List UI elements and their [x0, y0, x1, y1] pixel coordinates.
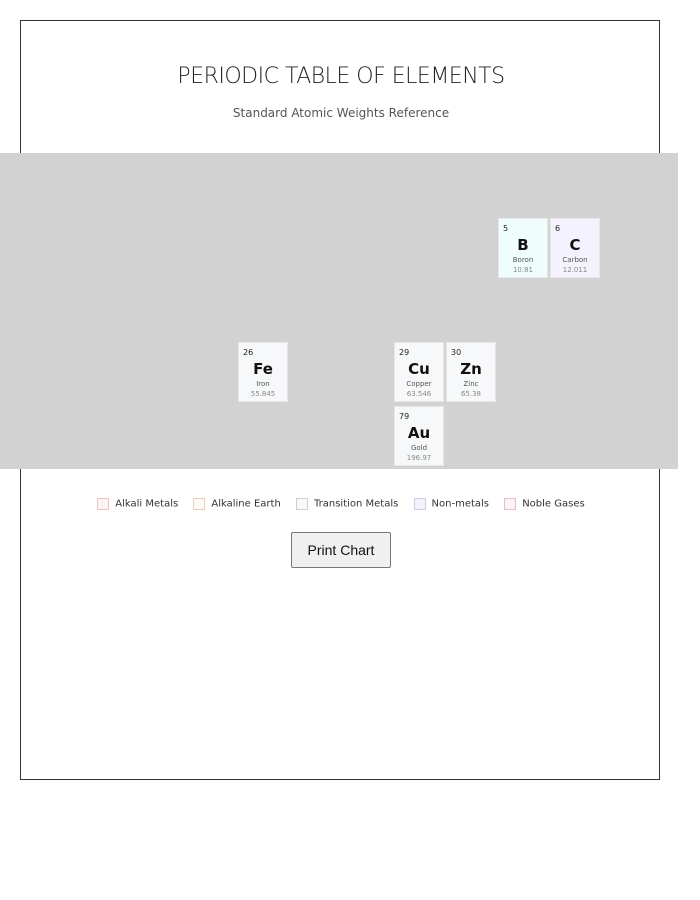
legend-swatch: [295, 498, 308, 510]
legend-label: Non-metals: [431, 498, 490, 510]
element-symbol: C: [569, 236, 581, 254]
legend-swatch: [413, 498, 426, 510]
legend-item-non-metals: Non-metals: [413, 498, 490, 510]
element-symbol: B: [517, 236, 529, 254]
element-cell-boron[interactable]: 5 B Boron 10.81: [498, 218, 548, 278]
legend-label: Alkali Metals: [115, 498, 179, 510]
element-cell-zinc[interactable]: 30 Zn Zinc 65.38: [446, 342, 496, 402]
legend-label: Transition Metals: [313, 498, 399, 510]
element-symbol: Fe: [253, 360, 273, 378]
element-name: Zinc: [463, 380, 479, 388]
atomic-number: 29: [399, 348, 410, 357]
element-name: Boron: [512, 256, 534, 264]
atomic-number: 6: [555, 224, 561, 233]
atomic-weight: 196.97: [406, 454, 432, 462]
atomic-weight: 63.546: [406, 390, 432, 398]
legend-swatch: [97, 498, 110, 510]
print-chart-button[interactable]: Print Chart: [291, 532, 391, 568]
atomic-number: 5: [503, 224, 509, 233]
atomic-weight: 12.011: [562, 266, 588, 274]
atomic-number: 30: [451, 348, 462, 357]
atomic-number: 79: [399, 412, 410, 421]
element-name: Copper: [406, 380, 432, 388]
legend-label: Noble Gases: [522, 498, 585, 510]
periodic-grid: 5 B Boron 10.81 6 C Carbon 12.011 26 Fe …: [0, 153, 678, 469]
element-cell-copper[interactable]: 29 Cu Copper 63.546: [394, 342, 444, 402]
atomic-weight: 10.81: [512, 266, 534, 274]
page-title: PERIODIC TABLE OF ELEMENTS: [177, 64, 505, 89]
element-name: Carbon: [562, 256, 588, 264]
element-symbol: Cu: [408, 360, 430, 378]
element-cell-iron[interactable]: 26 Fe Iron 55.845: [238, 342, 288, 402]
legend-item-alkaline-earth: Alkaline Earth: [193, 498, 281, 510]
legend-item-noble-gases: Noble Gases: [504, 498, 585, 510]
element-symbol: Au: [407, 424, 431, 442]
legend-swatch: [504, 498, 517, 510]
legend-label: Alkaline Earth: [211, 498, 281, 510]
atomic-number: 26: [243, 348, 254, 357]
element-symbol: Zn: [460, 360, 482, 378]
element-name: Gold: [410, 444, 428, 452]
legend-swatch: [193, 498, 206, 510]
atomic-weight: 65.38: [460, 390, 482, 398]
legend-item-alkali-metals: Alkali Metals: [97, 498, 178, 510]
legend-item-transition-metals: Transition Metals: [295, 498, 399, 510]
page-subtitle: Standard Atomic Weights Reference: [232, 106, 450, 120]
category-legend: Alkali Metals Alkaline Earth Transition …: [0, 498, 682, 510]
element-cell-gold[interactable]: 79 Au Gold 196.97: [394, 406, 444, 466]
atomic-weight: 55.845: [250, 390, 276, 398]
element-cell-carbon[interactable]: 6 C Carbon 12.011: [550, 218, 600, 278]
element-name: Iron: [256, 380, 270, 388]
